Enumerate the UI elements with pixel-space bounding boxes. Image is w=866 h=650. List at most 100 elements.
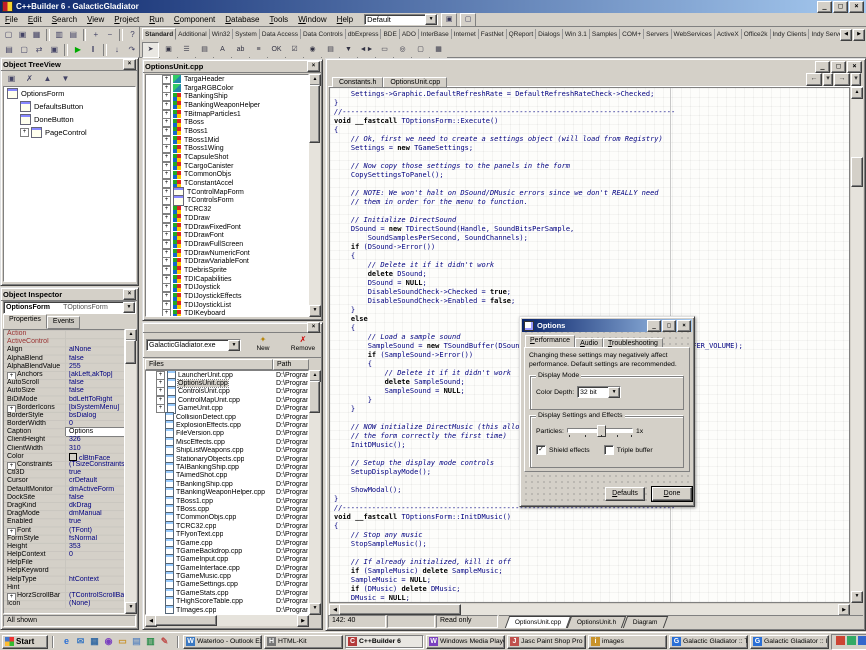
remove-file-from-project-icon[interactable]: − <box>103 27 116 42</box>
expand-icon[interactable]: + <box>162 84 171 93</box>
cursor-component-icon[interactable]: ➤ <box>142 42 159 58</box>
delete-icon[interactable]: ✗ <box>21 71 38 86</box>
property-value[interactable]: [biSystemMenu] <box>66 404 124 412</box>
toggle-form-unit-icon[interactable]: ⇄ <box>32 42 46 57</box>
property-value[interactable]: Options <box>66 428 124 436</box>
move-up-icon[interactable]: ▲ <box>39 71 56 86</box>
close-icon[interactable]: × <box>307 61 320 72</box>
expand-icon[interactable]: + <box>162 92 171 101</box>
task-button-galactic-gladiator-in[interactable]: GGalactic Gladiator :: In... <box>750 635 829 649</box>
scroll-up-icon[interactable]: ▲ <box>851 87 863 99</box>
property-value[interactable]: clBtnFace <box>66 453 124 461</box>
close-icon[interactable]: × <box>307 322 320 333</box>
property-row-height[interactable]: Height353 <box>4 543 124 551</box>
property-value[interactable]: false <box>66 379 124 387</box>
scroll-down-icon[interactable]: ▼ <box>309 305 321 317</box>
expand-icon[interactable]: + <box>7 593 16 600</box>
object-selector-combo[interactable]: OptionsForm TOptionsForm ▼ <box>3 301 136 314</box>
options-dialog-titlebar[interactable]: Options _ □ × <box>522 319 692 332</box>
property-row-horzscrollbar[interactable]: +HorzScrollBar(TControlScrollBar) <box>4 592 124 600</box>
project-list-hscrollbar[interactable]: ◀ ▶ <box>145 615 309 626</box>
class-item-tddrawfixedfont[interactable]: +TDDrawFixedFont <box>146 223 308 232</box>
expand-icon[interactable]: + <box>20 128 29 137</box>
project-combo[interactable]: GalacticGladiator.exe ▼ <box>146 339 241 351</box>
popup-menu-component-icon[interactable]: ▤ <box>196 42 213 58</box>
property-row-dragmode[interactable]: DragModedmManual <box>4 510 124 518</box>
expand-icon[interactable]: + <box>7 462 16 469</box>
class-item-tboss1wing[interactable]: +TBoss1Wing <box>146 145 308 154</box>
menu-project[interactable]: Project <box>109 14 144 25</box>
button-component-icon[interactable]: OK <box>268 42 285 58</box>
expand-icon[interactable]: + <box>162 101 171 110</box>
property-row-bordericons[interactable]: +BorderIcons[biSystemMenu] <box>4 404 124 412</box>
task-button-waterloo-outlook-ex[interactable]: WWaterloo - Outlook Ex... <box>183 635 262 649</box>
property-value[interactable]: (TSizeConstraints) <box>66 461 124 469</box>
property-value[interactable]: 326 <box>66 436 124 444</box>
expand-icon[interactable]: + <box>162 196 171 205</box>
expand-icon[interactable]: + <box>7 372 16 379</box>
property-row-ctl3d[interactable]: Ctl3Dtrue <box>4 469 124 477</box>
maximize-button[interactable]: □ <box>662 320 676 332</box>
class-item-tddraw[interactable]: +TDDraw <box>146 214 308 223</box>
menu-window[interactable]: Window <box>293 14 331 25</box>
new-item-icon[interactable]: ▣ <box>3 71 20 86</box>
scrollbar-thumb[interactable] <box>155 615 217 626</box>
menu-component[interactable]: Component <box>169 14 220 25</box>
property-value[interactable]: false <box>66 494 124 502</box>
expand-icon[interactable]: + <box>162 309 171 317</box>
close-icon[interactable]: × <box>123 59 136 70</box>
property-value[interactable]: (TFont) <box>66 527 124 535</box>
radio-button-component-icon[interactable]: ◉ <box>304 42 321 58</box>
scroll-down-icon[interactable]: ▼ <box>851 591 863 603</box>
main-menu-component-icon[interactable]: ☰ <box>178 42 195 58</box>
class-item-tdijoysticklist[interactable]: +TDIJoystickList <box>146 301 308 310</box>
menu-view[interactable]: View <box>82 14 109 25</box>
expand-icon[interactable]: + <box>162 188 171 197</box>
palette-tab-fastnet[interactable]: FastNet <box>479 29 507 39</box>
scroll-bar-component-icon[interactable]: ◄► <box>358 42 375 58</box>
menu-file[interactable]: File <box>0 14 23 25</box>
action-list-component-icon[interactable]: ▦ <box>430 42 447 58</box>
class-item-tboss[interactable]: +TBoss <box>146 118 308 127</box>
frames-component-icon[interactable]: ▣ <box>160 42 177 58</box>
set-debug-desktop-icon[interactable]: ▢ <box>460 13 476 27</box>
checkbox-icon[interactable] <box>604 445 614 455</box>
class-item-tdikeyboard[interactable]: +TDIKeyboard <box>146 310 308 317</box>
combo-dropdown-icon[interactable]: ▼ <box>123 302 135 313</box>
property-value[interactable] <box>66 330 124 338</box>
palette-tab-webservices[interactable]: WebServices <box>672 29 715 39</box>
run-icon[interactable]: ▶ <box>71 42 85 57</box>
property-row-bidimode[interactable]: BiDiModebdLeftToRight <box>4 396 124 404</box>
network-tray-icon[interactable] <box>847 636 856 645</box>
tree-item-defaultsbutton[interactable]: DefaultsButton <box>4 100 135 113</box>
close-icon[interactable]: × <box>123 289 136 300</box>
property-value[interactable]: (None) <box>66 600 124 608</box>
property-row-borderwidth[interactable]: BorderWidth0 <box>4 420 124 428</box>
checkbox-icon[interactable]: ✓ <box>536 445 546 455</box>
class-item-tcommonobjs[interactable]: +TCommonObjs <box>146 171 308 180</box>
inspector-scrollbar[interactable]: ▲ ▼ <box>125 329 136 614</box>
bottom-tab-optionsunit-cpp[interactable]: OptionsUnit.cpp <box>505 616 572 628</box>
palette-tab-win32[interactable]: Win32 <box>210 29 233 39</box>
property-row-clientheight[interactable]: ClientHeight326 <box>4 436 124 444</box>
property-value[interactable]: bsDialog <box>66 412 124 420</box>
property-value[interactable]: bdLeftToRight <box>66 396 124 404</box>
expand-icon[interactable]: + <box>7 405 16 412</box>
property-row-hint[interactable]: Hint <box>4 584 124 592</box>
class-item-tbitmapparticles1[interactable]: +TBitmapParticles1 <box>146 110 308 119</box>
scrollbar-thumb[interactable] <box>309 85 320 143</box>
view-form-icon[interactable]: ▢ <box>17 42 31 57</box>
class-item-tddrawnumericfont[interactable]: +TDDrawNumericFont <box>146 249 308 258</box>
new-form-icon[interactable]: ▣ <box>47 42 61 57</box>
menu-run[interactable]: Run <box>144 14 169 25</box>
class-item-tcapsuleshot[interactable]: +TCapsuleShot <box>146 153 308 162</box>
open-project-icon[interactable]: ▤ <box>67 27 80 42</box>
save-all-icon[interactable]: ▥ <box>53 27 66 42</box>
property-row-constraints[interactable]: +Constraints(TSizeConstraints) <box>4 461 124 469</box>
folder-icon[interactable]: ▭ <box>116 635 129 648</box>
class-item-tdicapabilities[interactable]: +TDICapabilities <box>146 275 308 284</box>
property-value[interactable]: dkDrag <box>66 502 124 510</box>
property-value[interactable]: true <box>66 518 124 526</box>
property-value[interactable] <box>66 584 124 592</box>
memo-component-icon[interactable]: ≡ <box>250 42 267 58</box>
